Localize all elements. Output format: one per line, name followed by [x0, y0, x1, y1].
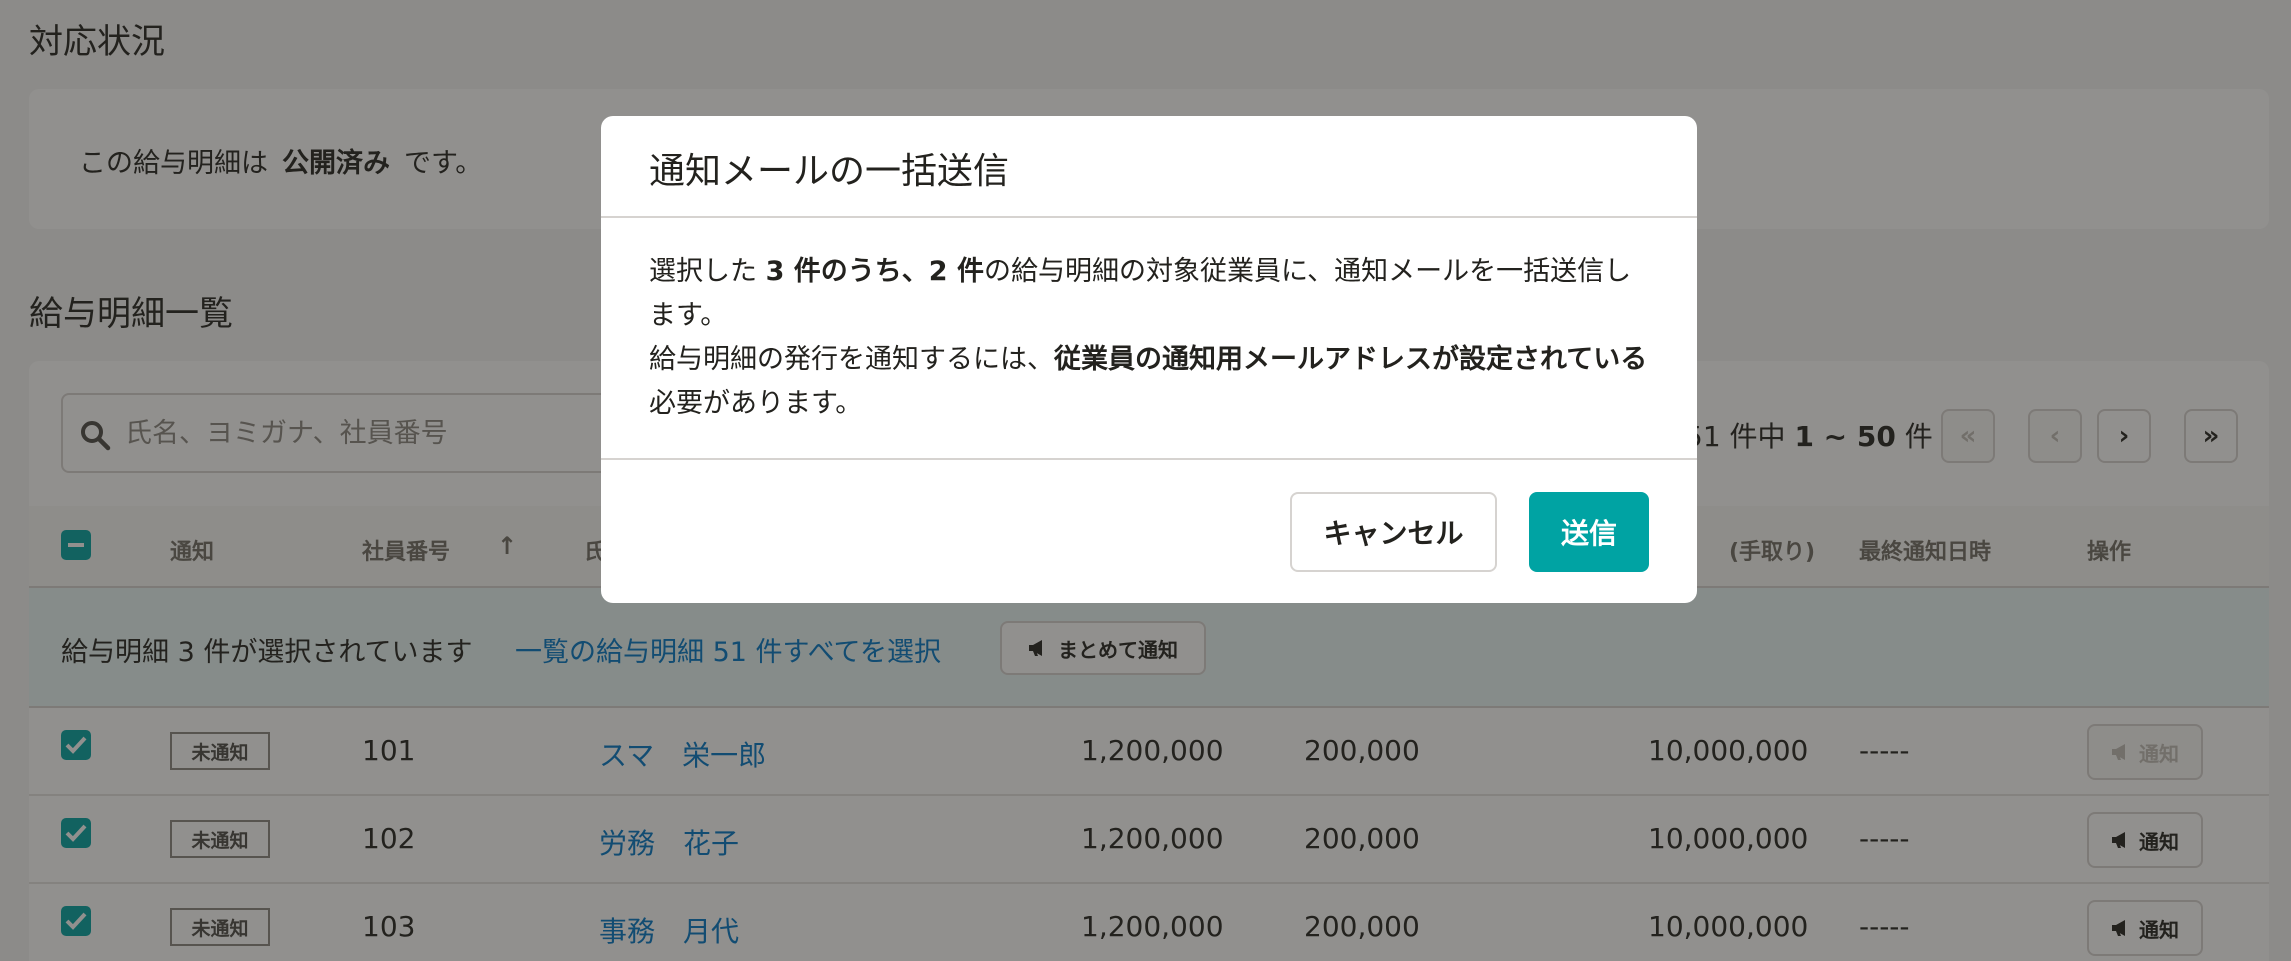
dialog-message-1: 選択した 3 件のうち、2 件の給与明細の対象従業員に、通知メールを一括送信しま…	[649, 256, 1632, 331]
dialog-divider	[601, 216, 1697, 218]
bulk-send-dialog: 通知メールの一括送信 選択した 3 件のうち、2 件の給与明細の対象従業員に、通…	[601, 116, 1697, 603]
dialog-title: 通知メールの一括送信	[649, 151, 1010, 192]
dialog-footer-divider	[601, 458, 1697, 460]
cancel-button[interactable]: キャンセル	[1290, 492, 1497, 572]
dialog-message-2: 給与明細の発行を通知するには、従業員の通知用メールアドレスが設定されている必要が…	[649, 344, 1648, 419]
send-button[interactable]: 送信	[1529, 492, 1649, 572]
payslip-page: 対応状況 この給与明細は公開済みです。 給与明細一覧 51 件中 1 ~ 50 …	[0, 0, 2291, 961]
dialog-body: 選択した 3 件のうち、2 件の給与明細の対象従業員に、通知メールを一括送信しま…	[649, 250, 1649, 426]
